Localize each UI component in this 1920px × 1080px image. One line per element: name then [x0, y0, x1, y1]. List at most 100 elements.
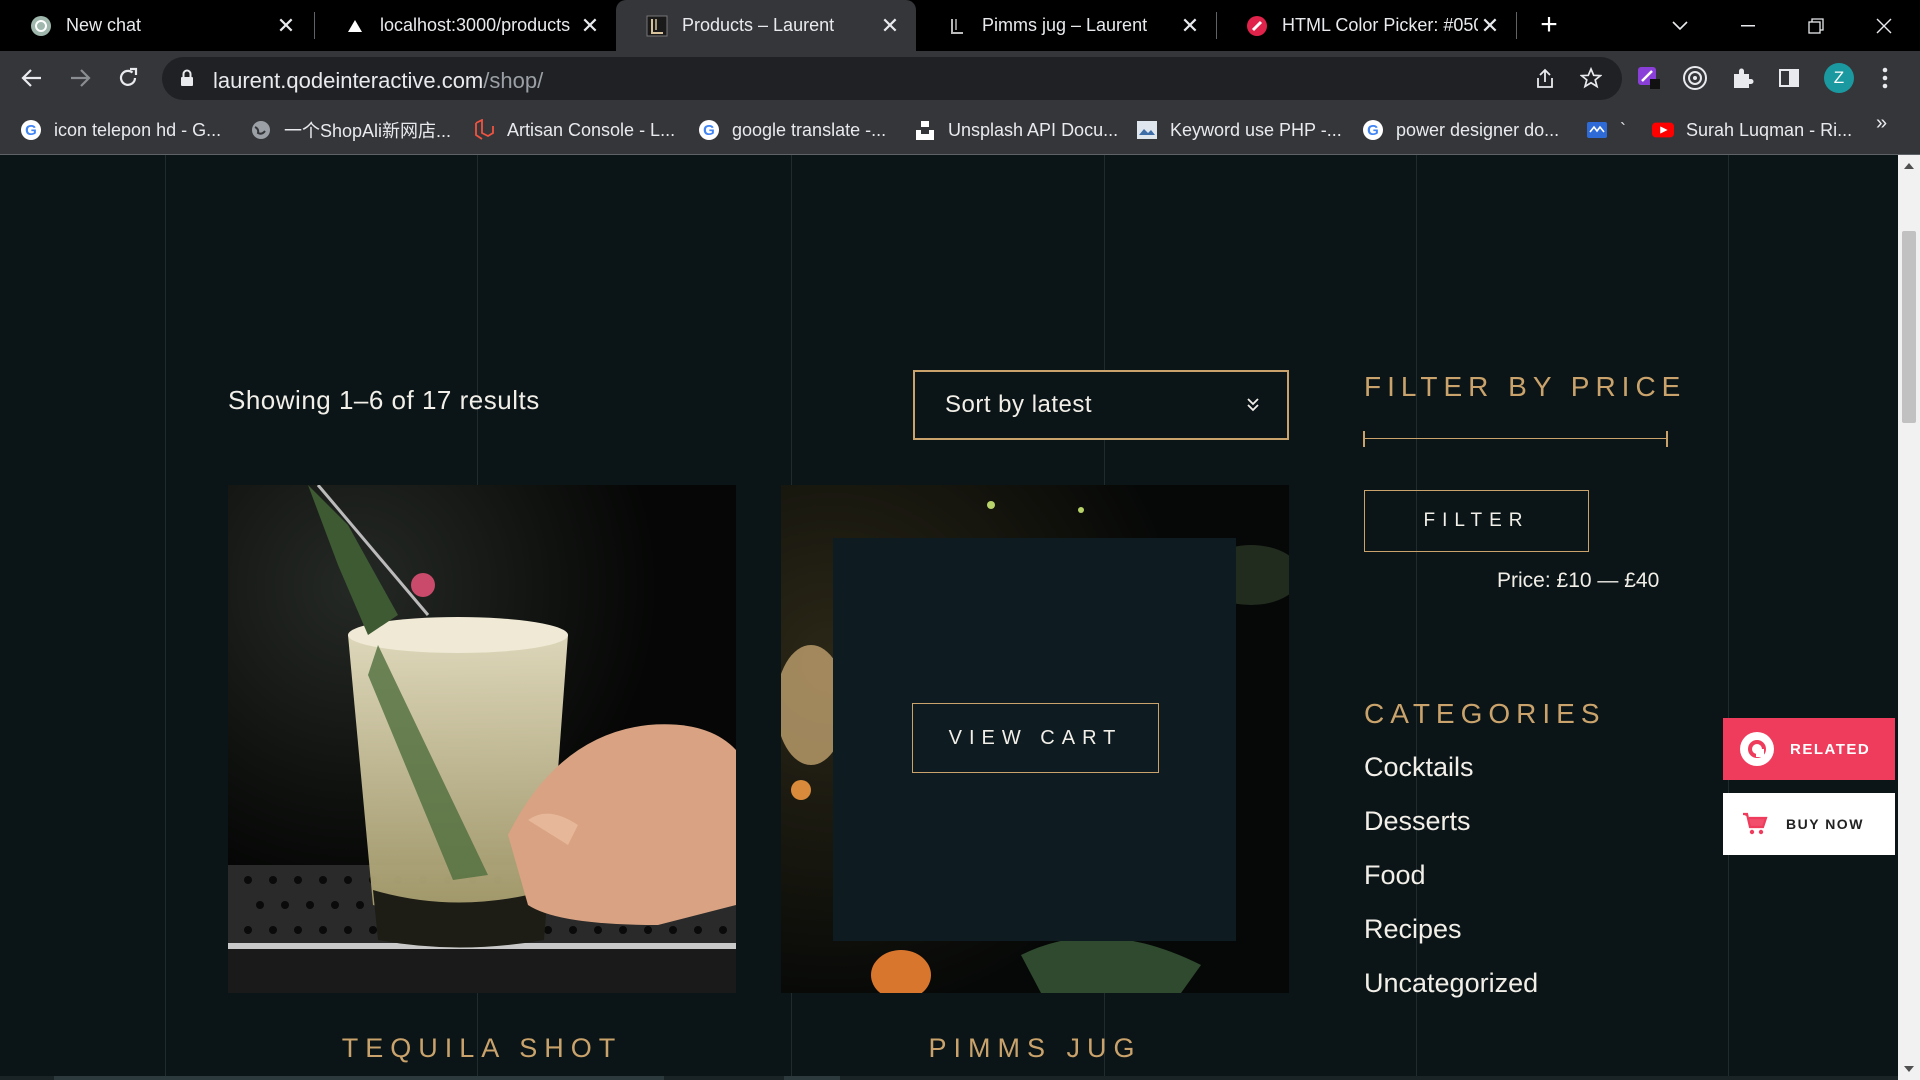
- tab-title: Products – Laurent: [682, 15, 835, 35]
- buy-now-button[interactable]: BUY NOW: [1723, 793, 1895, 855]
- svg-text:G: G: [703, 122, 715, 139]
- bookmark-item[interactable]: Surah Luqman - Ri...: [1652, 106, 1852, 154]
- tab-new-chat[interactable]: New chat ✕: [0, 0, 312, 51]
- google-icon: G: [698, 119, 720, 141]
- category-link-desserts[interactable]: Desserts: [1364, 806, 1471, 837]
- reload-button[interactable]: [112, 62, 144, 94]
- filter-button[interactable]: FILTER: [1364, 490, 1589, 552]
- bookmark-item[interactable]: `: [1586, 106, 1626, 154]
- bookmark-item[interactable]: Unsplash API Docu...: [914, 106, 1118, 154]
- kebab-menu-icon[interactable]: [1870, 63, 1900, 93]
- double-chevron-down-icon: [1245, 394, 1261, 418]
- close-icon[interactable]: ✕: [1178, 13, 1202, 38]
- forward-button[interactable]: [64, 62, 96, 94]
- bookmark-star-icon[interactable]: [1579, 66, 1603, 93]
- tab-localhost[interactable]: localhost:3000/products ✕: [314, 0, 616, 51]
- share-icon[interactable]: [1534, 68, 1556, 94]
- scrollbar-thumb[interactable]: [1902, 231, 1916, 423]
- extension-colorpick-icon[interactable]: [1634, 63, 1664, 93]
- category-link-food[interactable]: Food: [1364, 860, 1426, 891]
- tab-search-button[interactable]: [1646, 0, 1714, 51]
- new-tab-button[interactable]: +: [1534, 10, 1564, 40]
- grid-line: [165, 155, 166, 1080]
- product-title[interactable]: TEQUILA SHOT: [228, 1033, 736, 1064]
- restore-button[interactable]: [1782, 0, 1850, 51]
- category-link-uncategorized[interactable]: Uncategorized: [1364, 968, 1538, 999]
- url-host: laurent.qodeinteractive.com: [213, 68, 484, 93]
- close-icon[interactable]: ✕: [578, 13, 602, 38]
- scrollbar-thumb[interactable]: [784, 1076, 840, 1080]
- image-icon: [1136, 119, 1158, 141]
- view-cart-button[interactable]: VIEW CART: [912, 703, 1159, 773]
- unsplash-icon: [914, 119, 936, 141]
- bookmark-label: `: [1620, 119, 1626, 140]
- bookmark-label: google translate -...: [732, 119, 887, 140]
- tab-title: New chat: [66, 15, 142, 35]
- price-range-text: Price: £10 — £40: [1497, 569, 1660, 592]
- price-range-slider[interactable]: [1363, 431, 1668, 447]
- laravel-icon: [473, 119, 495, 141]
- scroll-down-arrow-icon[interactable]: [1904, 1066, 1914, 1072]
- bookmark-item[interactable]: Keyword use PHP -...: [1136, 106, 1342, 154]
- bookmark-label: icon telepon hd - G...: [54, 119, 222, 140]
- horizontal-scrollbar[interactable]: [0, 1076, 1898, 1080]
- close-icon: [1876, 18, 1892, 33]
- close-window-button[interactable]: [1850, 0, 1918, 51]
- close-icon[interactable]: ✕: [1478, 13, 1502, 38]
- browser-tab-strip: New chat ✕ localhost:3000/products ✕ Pro…: [0, 0, 1920, 51]
- bookmark-label: power designer do...: [1396, 119, 1560, 140]
- tab-color-picker[interactable]: HTML Color Picker: #050f ✕: [1216, 0, 1516, 51]
- bookmark-item[interactable]: 一个ShopAli新网店...: [250, 106, 451, 154]
- product-image-pimms-jug[interactable]: VIEW CART: [781, 485, 1289, 993]
- extensions-puzzle-icon[interactable]: [1728, 63, 1758, 93]
- app-icon: [1586, 119, 1608, 141]
- bookmark-label: Artisan Console - L...: [507, 119, 676, 140]
- close-icon[interactable]: ✕: [878, 13, 902, 38]
- arrow-left-icon: [21, 69, 41, 87]
- extension-target-icon[interactable]: [1680, 63, 1710, 93]
- category-link-cocktails[interactable]: Cocktails: [1364, 752, 1474, 783]
- bookmark-item[interactable]: G power designer do...: [1362, 106, 1559, 154]
- related-button[interactable]: RELATED: [1723, 718, 1895, 780]
- svg-text:G: G: [25, 122, 37, 139]
- sort-dropdown[interactable]: Sort by latest: [913, 370, 1289, 440]
- product-image-tequila-shot[interactable]: [228, 485, 736, 993]
- scrollbar-thumb[interactable]: [54, 1076, 664, 1080]
- url-path: /shop/: [483, 68, 544, 93]
- minimize-button[interactable]: [1714, 0, 1782, 51]
- bookmark-item[interactable]: Artisan Console - L...: [473, 106, 675, 154]
- slider-handle-min[interactable]: [1363, 431, 1365, 447]
- back-button[interactable]: [16, 62, 48, 94]
- related-logo-icon: [1740, 732, 1774, 766]
- url-text: laurent.qodeinteractive.com/shop/: [213, 68, 543, 94]
- bookmark-item[interactable]: G icon telepon hd - G...: [20, 106, 221, 154]
- vertical-scrollbar[interactable]: [1898, 155, 1920, 1080]
- sort-selected-value: Sort by latest: [945, 391, 1093, 418]
- address-bar[interactable]: laurent.qodeinteractive.com/shop/: [162, 57, 1622, 100]
- product-title[interactable]: PIMMS JUG: [781, 1033, 1289, 1064]
- triangle-icon: [344, 15, 366, 37]
- bookmark-label: Keyword use PHP -...: [1170, 119, 1342, 140]
- profile-avatar[interactable]: Z: [1824, 63, 1854, 93]
- grid-line: [1728, 155, 1729, 1080]
- slider-handle-max[interactable]: [1666, 431, 1668, 447]
- youtube-icon: [1652, 119, 1674, 141]
- scroll-up-arrow-icon[interactable]: [1904, 163, 1914, 169]
- bookmark-item[interactable]: G google translate -...: [698, 106, 886, 154]
- bookmarks-bar: G icon telepon hd - G... 一个ShopAli新网店...…: [0, 106, 1920, 154]
- side-panel-icon[interactable]: [1774, 63, 1804, 93]
- category-link-recipes[interactable]: Recipes: [1364, 914, 1462, 945]
- close-icon[interactable]: ✕: [274, 13, 298, 38]
- tab-pimms-jug[interactable]: Pimms jug – Laurent ✕: [916, 0, 1216, 51]
- bookmark-label: 一个ShopAli新网店...: [284, 121, 452, 141]
- slider-track: [1363, 438, 1668, 439]
- more-bookmarks-button[interactable]: »: [1876, 112, 1887, 135]
- laurent-logo-icon: [646, 15, 668, 37]
- lock-icon: [180, 69, 194, 91]
- tab-separator: [1516, 12, 1517, 39]
- tab-products-laurent[interactable]: Products – Laurent ✕: [616, 0, 916, 51]
- minimize-icon: [1741, 24, 1755, 26]
- arrow-right-icon: [71, 69, 91, 87]
- reload-icon: [119, 67, 138, 86]
- cart-overlay: VIEW CART: [833, 538, 1236, 941]
